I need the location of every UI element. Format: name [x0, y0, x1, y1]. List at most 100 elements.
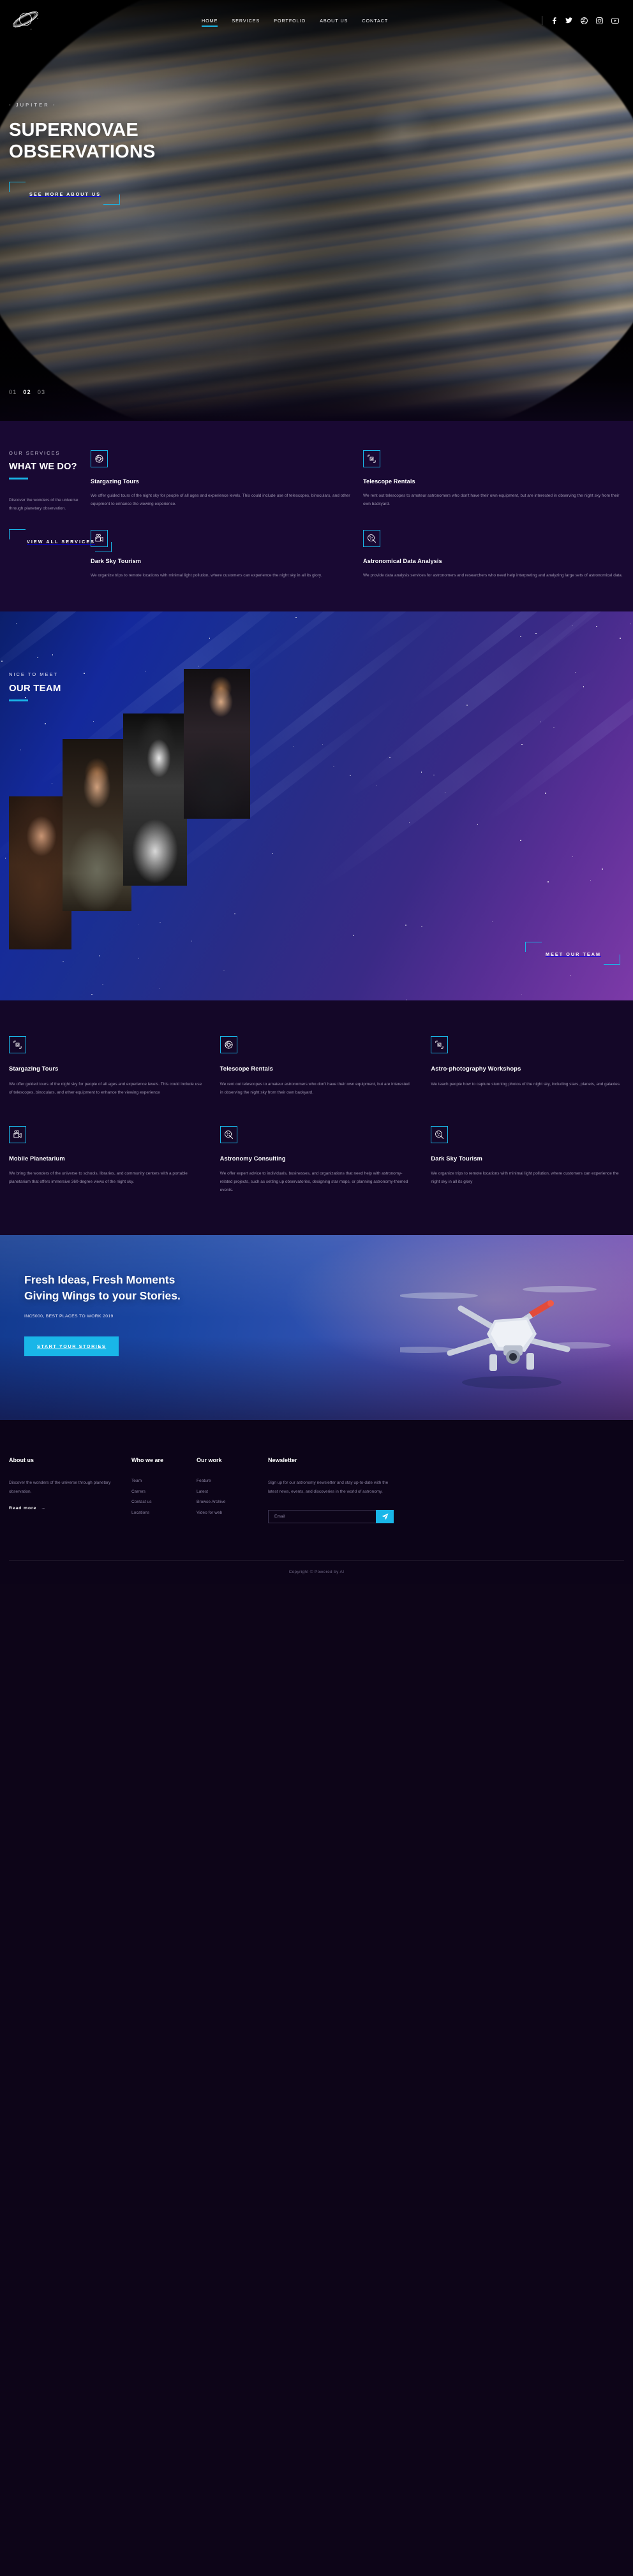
- portrait-man-leather-jacket: [184, 669, 250, 819]
- service-grid-card[interactable]: Dark Sky Tourism We organize trips to re…: [431, 1126, 624, 1195]
- jupiter-planet-image: [0, 0, 633, 421]
- view-all-services-button[interactable]: VIEW ALL SERVICES: [9, 529, 112, 552]
- footer-work-column: Our work Feature Latest Browse Archive V…: [197, 1457, 248, 1523]
- service-card[interactable]: Stargazing Tours We offer guided tours o…: [91, 450, 352, 508]
- service-card-title: Stargazing Tours: [91, 478, 352, 485]
- copyright-text: Copyright © Powered by AI: [9, 1560, 624, 1584]
- team-section: NICE TO MEET OUR TEAM MEET OUR TEAM: [0, 611, 633, 1000]
- slide-indicator-01[interactable]: 01: [9, 389, 17, 395]
- brand-logo[interactable]: [9, 7, 42, 34]
- team-member-photo-2[interactable]: [63, 739, 131, 911]
- service-card[interactable]: Telescope Rentals We rent out telescopes…: [363, 450, 624, 508]
- facebook-link[interactable]: [551, 17, 557, 24]
- read-more-link[interactable]: Read more →: [9, 1506, 46, 1511]
- service-grid-card[interactable]: Astronomy Consulting We offer expert adv…: [220, 1126, 413, 1195]
- footer-link-video-for-web[interactable]: Video for web: [197, 1508, 248, 1518]
- team-member-photo-3[interactable]: [123, 714, 187, 886]
- twitter-link[interactable]: [565, 17, 572, 24]
- service-card-title: Telescope Rentals: [363, 478, 624, 485]
- see-more-about-us-button[interactable]: SEE MORE ABOUT US: [9, 182, 120, 205]
- cta-banner-section: Fresh Ideas, Fresh Moments Giving Wings …: [0, 1235, 633, 1420]
- service-grid-card-body: We offer guided tours of the night sky f…: [9, 1080, 202, 1097]
- send-paper-plane-icon: [382, 1513, 389, 1520]
- service-card[interactable]: Astronomical Data Analysis We provide da…: [363, 530, 624, 580]
- cta-title: Fresh Ideas, Fresh Moments Giving Wings …: [24, 1272, 633, 1304]
- portrait-man-beard: [63, 739, 131, 911]
- instagram-link[interactable]: [596, 17, 603, 24]
- service-card-body: We organize trips to remote locations wi…: [91, 571, 352, 580]
- cta-title-line-1: Fresh Ideas, Fresh Moments: [24, 1272, 633, 1288]
- team-member-photo-4[interactable]: [184, 669, 250, 819]
- arrow-right-icon: →: [41, 1506, 46, 1511]
- saturn-planet-icon: [9, 7, 42, 34]
- view-all-services-label: VIEW ALL SERVICES: [27, 539, 95, 545]
- footer-about-heading: About us: [9, 1457, 111, 1463]
- nav-item-about-us[interactable]: ABOUT US: [320, 15, 348, 26]
- footer-link-browse-archive[interactable]: Browse Archive: [197, 1497, 248, 1507]
- nav-item-home[interactable]: HOME: [202, 15, 218, 26]
- hero-section: HOME SERVICES PORTFOLIO ABOUT US CONTACT: [0, 0, 633, 421]
- telescope-frame-icon-box: [9, 1036, 26, 1053]
- footer-link-carrers[interactable]: Carrers: [131, 1487, 176, 1497]
- footer-link-locations[interactable]: Locations: [131, 1508, 176, 1518]
- footer-link-feature[interactable]: Feature: [197, 1476, 248, 1486]
- twitter-icon: [565, 17, 572, 24]
- nav-link-portfolio[interactable]: PORTFOLIO: [274, 15, 306, 26]
- service-grid-card-body: We organize trips to remote locations wi…: [431, 1169, 624, 1186]
- service-grid-card[interactable]: Astro-photography Workshops We teach peo…: [431, 1036, 624, 1097]
- nav-link-home[interactable]: HOME: [202, 15, 218, 26]
- main-navigation: HOME SERVICES PORTFOLIO ABOUT US CONTACT: [0, 0, 633, 41]
- services-grid: Stargazing Tours We offer guided tours o…: [9, 1036, 624, 1194]
- team-accent-rule: [9, 699, 28, 701]
- start-your-stories-button[interactable]: START YOUR STORIES: [24, 1336, 119, 1356]
- nav-links: HOME SERVICES PORTFOLIO ABOUT US CONTACT: [202, 15, 388, 26]
- nav-item-portfolio[interactable]: PORTFOLIO: [274, 15, 306, 26]
- footer-work-links: Feature Latest Browse Archive Video for …: [197, 1476, 248, 1518]
- service-grid-card-title: Telescope Rentals: [220, 1064, 413, 1073]
- data-search-icon: [224, 1130, 234, 1139]
- team-kicker: NICE TO MEET: [9, 671, 61, 677]
- hero-copy: - JUPITER - SUPERNOVAE OBSERVATIONS SEE …: [9, 102, 156, 205]
- footer-about-text: Discover the wonders of the universe thr…: [9, 1479, 111, 1496]
- service-card[interactable]: Dark Sky Tourism We organize trips to re…: [91, 530, 352, 580]
- team-copy: NICE TO MEET OUR TEAM: [9, 671, 61, 701]
- footer-who-column: Who we are Team Carrers Contact us Locat…: [131, 1457, 176, 1523]
- telescope-frame-icon: [13, 1040, 22, 1050]
- footer-link-contact-us[interactable]: Contact us: [131, 1497, 176, 1507]
- film-camera-icon: [13, 1130, 22, 1139]
- service-grid-card[interactable]: Telescope Rentals We rent out telescopes…: [220, 1036, 413, 1097]
- nav-item-services[interactable]: SERVICES: [232, 15, 260, 26]
- telescope-lens-icon: [224, 1040, 234, 1050]
- film-camera-icon-box: [9, 1126, 26, 1143]
- nav-link-services[interactable]: SERVICES: [232, 15, 260, 26]
- read-more-label: Read more: [9, 1506, 36, 1511]
- nav-link-about-us[interactable]: ABOUT US: [320, 15, 348, 26]
- slide-indicator-03[interactable]: 03: [38, 389, 45, 395]
- hero-title: SUPERNOVAE OBSERVATIONS: [9, 119, 156, 163]
- service-grid-card-title: Astronomy Consulting: [220, 1154, 413, 1163]
- cta-content: Fresh Ideas, Fresh Moments Giving Wings …: [0, 1235, 633, 1356]
- telescope-lens-icon: [94, 454, 104, 464]
- service-grid-card[interactable]: Mobile Planetarium We bring the wonders …: [9, 1126, 202, 1195]
- service-card-body: We offer guided tours of the night sky f…: [91, 492, 352, 508]
- telescope-lens-icon-box: [91, 450, 108, 467]
- nav-item-contact[interactable]: CONTACT: [362, 15, 388, 26]
- footer-link-latest[interactable]: Latest: [197, 1487, 248, 1497]
- dribbble-link[interactable]: [581, 17, 588, 24]
- newsletter-email-input[interactable]: [268, 1510, 376, 1523]
- service-grid-card[interactable]: Stargazing Tours We offer guided tours o…: [9, 1036, 202, 1097]
- youtube-icon: [611, 18, 619, 24]
- instagram-icon: [596, 17, 603, 24]
- newsletter-submit-button[interactable]: [376, 1510, 394, 1523]
- footer-link-team[interactable]: Team: [131, 1476, 176, 1486]
- hero-title-line-1: SUPERNOVAE: [9, 119, 156, 141]
- meet-our-team-button[interactable]: MEET OUR TEAM: [525, 942, 620, 965]
- data-search-icon-box: [220, 1126, 237, 1143]
- youtube-link[interactable]: [611, 18, 619, 24]
- service-grid-card-body: We rent out telescopes to amateur astron…: [220, 1080, 413, 1097]
- slide-indicator-02[interactable]: 02: [23, 389, 31, 395]
- footer-work-heading: Our work: [197, 1457, 248, 1463]
- nav-link-contact[interactable]: CONTACT: [362, 15, 388, 26]
- services-accent-rule: [9, 478, 28, 479]
- dribbble-icon: [581, 17, 588, 24]
